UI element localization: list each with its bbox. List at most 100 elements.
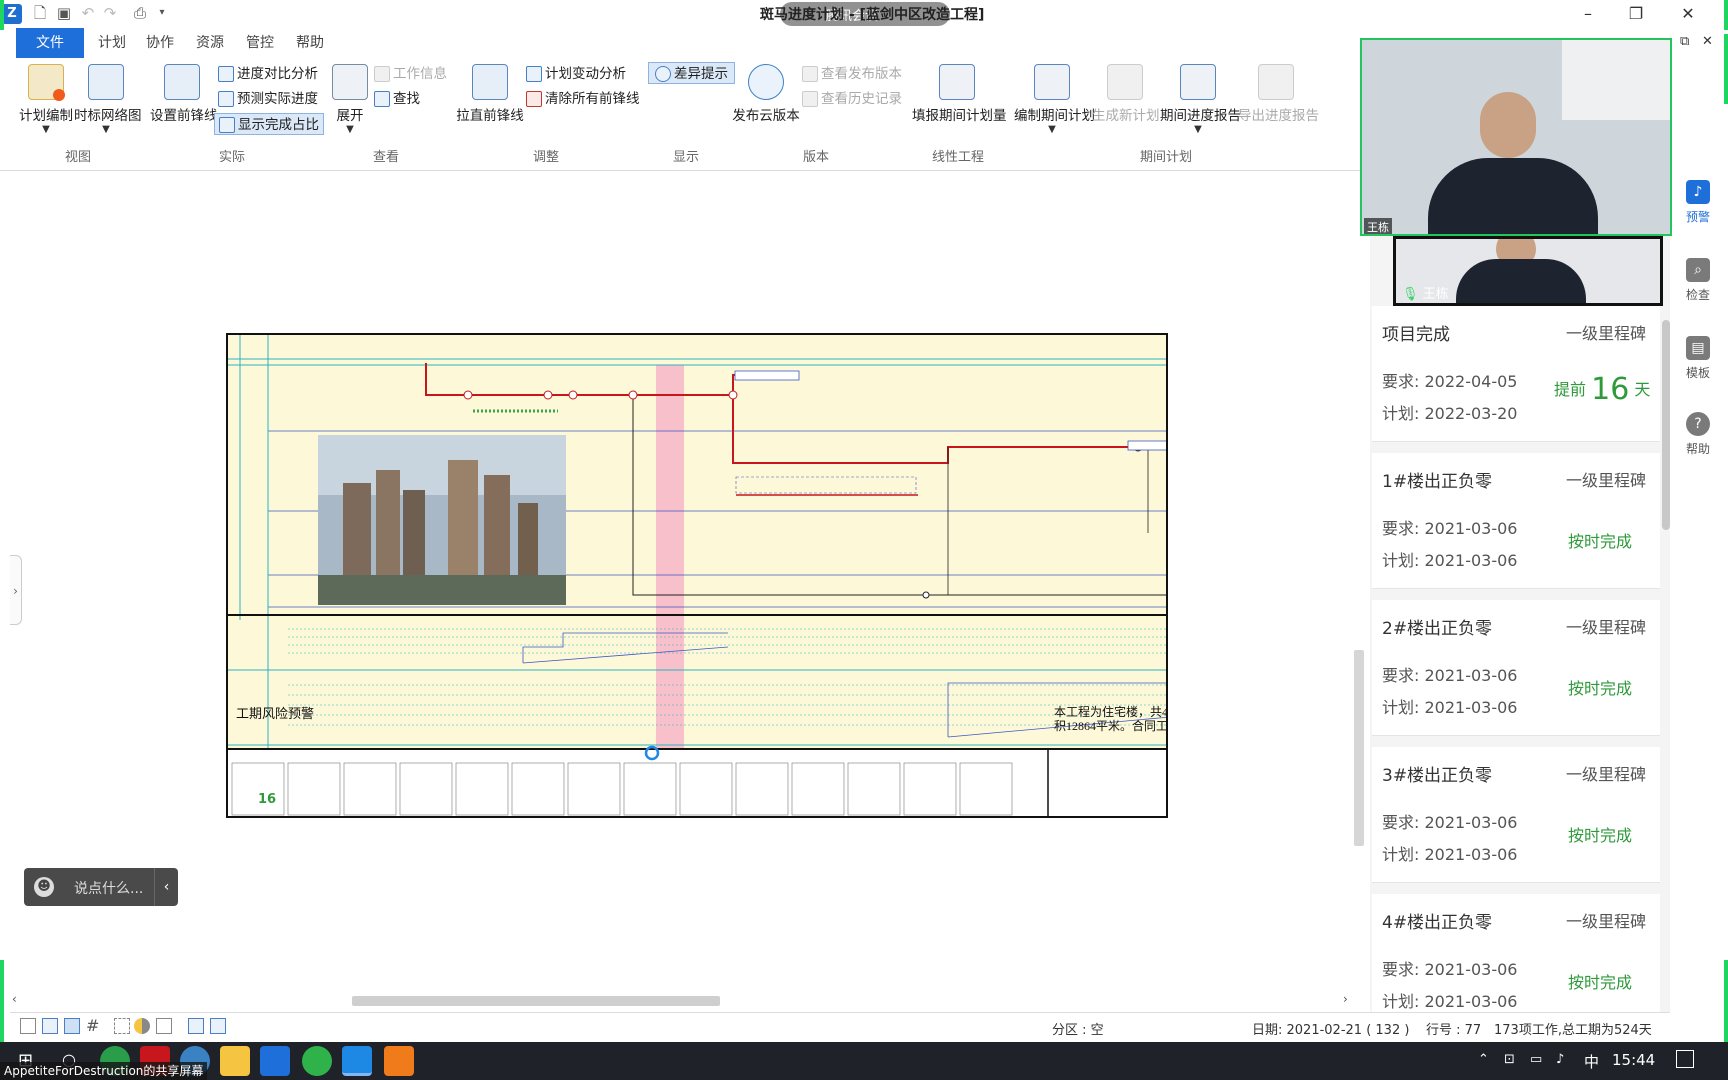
- undo-icon[interactable]: ↶: [78, 3, 98, 23]
- milestone-card[interactable]: 3#楼出正负零 一级里程碑 要求: 2021-03-06 计划: 2021-03…: [1372, 747, 1660, 883]
- period-report-icon: [1180, 64, 1216, 100]
- clear-frontlines-button[interactable]: 清除所有前锋线: [526, 88, 640, 110]
- video-tile-secondary[interactable]: 🎙 王栋: [1393, 236, 1663, 306]
- view-mode-icon-3[interactable]: [64, 1018, 80, 1034]
- straighten-frontline-button[interactable]: 拉直前锋线: [456, 64, 524, 124]
- group-period-label: 期间计划: [1139, 150, 1192, 165]
- layout-icon-2[interactable]: [210, 1018, 226, 1034]
- view-mode-icon-2[interactable]: [42, 1018, 58, 1034]
- history-icon: [802, 91, 818, 107]
- tab-resources[interactable]: 资源: [186, 28, 234, 58]
- participant-name-2: 🎙 王栋: [1402, 287, 1449, 302]
- restore-icon[interactable]: ❐: [1616, 2, 1656, 26]
- zebra-app-icon[interactable]: [342, 1046, 372, 1076]
- progress-compare-button[interactable]: 进度对比分析: [218, 63, 318, 85]
- grid-icon[interactable]: #: [86, 1016, 99, 1035]
- period-report-button[interactable]: 期间进度报告 ▼: [1160, 64, 1241, 135]
- view-published-button[interactable]: 查看发布版本: [802, 63, 902, 85]
- emoji-icon[interactable]: ☻: [34, 877, 54, 897]
- window-icon[interactable]: [156, 1018, 172, 1034]
- tab-plan[interactable]: 计划: [88, 28, 136, 58]
- milestone-level[interactable]: 一级里程碑: [1566, 467, 1646, 491]
- rail-check[interactable]: ⌕ 检查: [1676, 258, 1720, 303]
- taskbar-app-8[interactable]: [384, 1046, 414, 1076]
- scroll-right-icon[interactable]: ›: [1343, 992, 1348, 1006]
- fit-icon[interactable]: [114, 1018, 130, 1034]
- plan-edit-icon: [28, 64, 65, 101]
- network-diagram-drawing[interactable]: 工期风险预警 16 本工程为住宅楼，共4栋 积12864平米。合同工期: [226, 333, 1168, 818]
- tab-collaborate[interactable]: 协作: [136, 28, 184, 58]
- rail-warning[interactable]: ♪ 预警: [1676, 180, 1720, 225]
- group-adjust-label: 调整: [532, 150, 559, 165]
- taskbar-app-5[interactable]: [260, 1046, 290, 1076]
- horizontal-scroll-thumb[interactable]: [352, 996, 720, 1006]
- app-logo-icon[interactable]: Z: [2, 4, 22, 24]
- left-collapse-handle[interactable]: ›: [10, 555, 22, 625]
- close-icon[interactable]: ✕: [1668, 2, 1708, 26]
- milestone-card[interactable]: 项目完成 一级里程碑 要求: 2022-04-05 计划: 2022-03-20…: [1372, 306, 1660, 442]
- share-border-marker: [1724, 34, 1728, 104]
- chat-input-pill[interactable]: ☻ 说点什么... ‹: [24, 868, 178, 906]
- layout-icon-1[interactable]: [188, 1018, 204, 1034]
- fill-period-button[interactable]: 填报期间计划量: [912, 64, 1007, 124]
- milestone-card[interactable]: 1#楼出正负零 一级里程碑 要求: 2021-03-06 计划: 2021-03…: [1372, 453, 1660, 589]
- tab-file[interactable]: 文件: [16, 28, 84, 58]
- diff-hint-button[interactable]: 差异提示: [648, 62, 735, 84]
- plan-edit-button[interactable]: 计划编制 ▼: [18, 64, 74, 135]
- video-popout-icon[interactable]: ⧉: [1680, 34, 1689, 49]
- milestone-level[interactable]: 一级里程碑: [1566, 614, 1646, 638]
- milestone-level[interactable]: 一级里程碑: [1566, 761, 1646, 785]
- work-info-button[interactable]: 工作信息: [374, 63, 447, 85]
- export-report-button[interactable]: 导出进度报告: [1238, 64, 1319, 124]
- show-completion-button[interactable]: 显示完成占比: [214, 113, 324, 135]
- panel-scroll-thumb[interactable]: [1662, 320, 1670, 530]
- change-analysis-button[interactable]: 计划变动分析: [526, 63, 626, 85]
- view-history-button[interactable]: 查看历史记录: [802, 88, 902, 110]
- tray-battery-icon[interactable]: ▭: [1530, 1052, 1542, 1067]
- print-icon[interactable]: ⎙: [130, 3, 150, 23]
- video-close-icon[interactable]: ✕: [1702, 34, 1713, 49]
- find-button[interactable]: 查找: [374, 88, 420, 110]
- scroll-left-icon[interactable]: ‹: [12, 992, 17, 1006]
- redo-icon[interactable]: ↷: [100, 3, 120, 23]
- template-icon: ▤: [1686, 336, 1710, 360]
- expand-button[interactable]: 展开 ▼: [330, 64, 370, 135]
- save-icon[interactable]: ▣: [54, 3, 74, 23]
- row-status: 行号 : 77: [1426, 1023, 1482, 1038]
- set-frontline-button[interactable]: 设置前锋线: [150, 64, 218, 124]
- edit-period-button[interactable]: 编制期间计划 ▼: [1014, 64, 1095, 135]
- file-explorer-icon[interactable]: [220, 1046, 250, 1076]
- clock[interactable]: 15:44: [1612, 1051, 1655, 1069]
- new-file-icon[interactable]: 🗋: [30, 3, 50, 23]
- minimize-icon[interactable]: –: [1568, 2, 1608, 26]
- milestone-level[interactable]: 一级里程碑: [1566, 908, 1646, 932]
- wechat-icon[interactable]: [302, 1046, 332, 1076]
- contrast-icon[interactable]: [134, 1018, 150, 1034]
- view-mode-icon-1[interactable]: [20, 1018, 36, 1034]
- milestone-card[interactable]: 4#楼出正负零 一级里程碑 要求: 2021-03-06 计划: 2021-03…: [1372, 894, 1660, 1012]
- tray-network-icon[interactable]: ⊡: [1504, 1052, 1515, 1067]
- milestone-status: 提前 16 天: [1554, 372, 1651, 407]
- notification-center-icon[interactable]: [1676, 1050, 1694, 1068]
- milestone-level[interactable]: 一级里程碑: [1566, 320, 1646, 344]
- video-person-head: [1480, 92, 1536, 158]
- rail-help[interactable]: ? 帮助: [1676, 412, 1720, 457]
- predict-actual-button[interactable]: 预测实际进度: [218, 88, 318, 110]
- customize-dropdown-icon[interactable]: ▾: [152, 3, 172, 23]
- ime-indicator[interactable]: 中: [1584, 1051, 1599, 1072]
- vertical-scroll-thumb[interactable]: [1354, 650, 1364, 846]
- milestone-card[interactable]: 2#楼出正负零 一级里程碑 要求: 2021-03-06 计划: 2021-03…: [1372, 600, 1660, 736]
- tab-control[interactable]: 管控: [236, 28, 284, 58]
- tray-chevron-icon[interactable]: ⌃: [1478, 1052, 1489, 1067]
- publish-cloud-button[interactable]: 发布云版本: [732, 64, 800, 124]
- timescale-network-button[interactable]: 时标网络图 ▼: [74, 64, 142, 135]
- horizontal-scrollbar[interactable]: ‹ ›: [10, 992, 1355, 1008]
- compare-icon: [218, 66, 234, 82]
- generate-plan-button[interactable]: 生成新计划: [1092, 64, 1160, 124]
- video-tile-main[interactable]: 王栋: [1360, 38, 1672, 236]
- tray-volume-icon[interactable]: ♪: [1556, 1052, 1564, 1067]
- rail-template[interactable]: ▤ 模板: [1676, 336, 1720, 381]
- risk-cards: [231, 762, 1013, 816]
- tab-help[interactable]: 帮助: [286, 28, 334, 58]
- collapse-chat-icon[interactable]: ‹: [154, 868, 178, 906]
